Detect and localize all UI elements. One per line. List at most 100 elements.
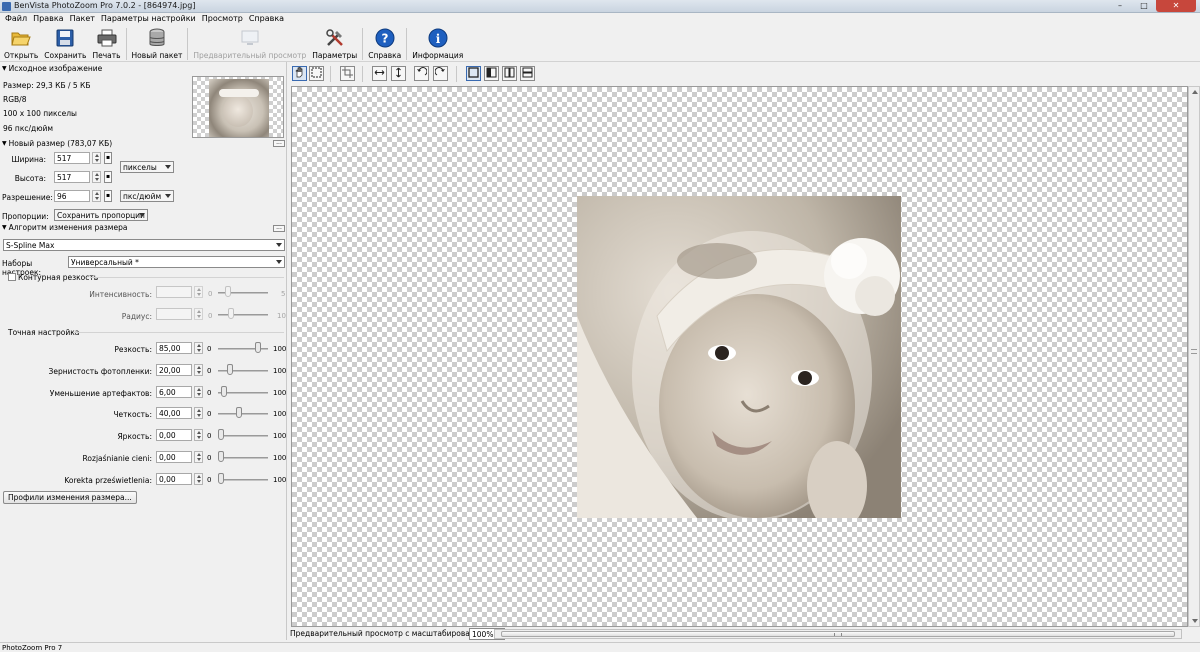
fine-tuning-spinner[interactable] [194,407,203,419]
source-section-header[interactable]: ▼ Исходное изображение [2,64,102,73]
preview-canvas[interactable] [291,86,1188,627]
rotate-right-button[interactable] [433,66,448,81]
intensity-input[interactable] [156,286,192,298]
horizontal-scrollbar[interactable] [494,629,1182,639]
svg-text:i: i [435,32,440,46]
resolution-lock-button[interactable]: ▪ [104,190,112,202]
selection-tool-button[interactable] [309,66,324,81]
intensity-spinner[interactable] [194,286,203,298]
view-side-by-side-button[interactable] [502,66,517,81]
view-toolbar [288,62,1200,86]
menu-view[interactable]: Просмотр [199,13,246,26]
fine-tuning-min: 0 [207,454,212,462]
new-batch-button[interactable]: Новый пакет [129,26,186,62]
preview-button[interactable]: Предварительный просмотр [190,26,309,62]
close-button[interactable]: ✕ [1156,0,1196,12]
intensity-label: Интенсивность: [89,290,152,299]
scroll-down-icon[interactable] [1192,619,1198,623]
fine-tuning-slider-thumb[interactable] [255,342,261,353]
fine-tuning-spinner[interactable] [194,429,203,441]
resize-profiles-button[interactable]: Профили изменения размера... [3,491,137,504]
settings-button[interactable]: Параметры [309,26,360,62]
pan-tool-button[interactable] [292,66,307,81]
size-unit-select[interactable]: пикселы [120,161,174,173]
source-more-button[interactable]: ... [273,140,285,147]
print-button[interactable]: Печать [89,26,123,62]
view-stacked-button[interactable] [520,66,535,81]
proportions-select[interactable]: Сохранить пропорции [54,209,148,221]
rotate-left-button[interactable] [414,66,429,81]
height-input[interactable]: 517 [54,171,90,183]
help-button[interactable]: ? Справка [365,26,404,62]
width-lock-button[interactable]: ▪ [104,152,112,164]
menu-batch[interactable]: Пакет [67,13,98,26]
resolution-spinner[interactable] [92,190,101,202]
radius-slider-thumb[interactable] [228,308,234,319]
open-button[interactable]: Открыть [1,26,41,62]
radius-min: 0 [208,312,213,320]
height-lock-button[interactable]: ▪ [104,171,112,183]
algorithm-method-select[interactable]: S-Spline Max [3,239,285,251]
intensity-slider-thumb[interactable] [225,286,231,297]
fine-tuning-spinner[interactable] [194,364,203,376]
fine-tuning-min: 0 [207,389,212,397]
fine-tuning-slider-track[interactable] [218,413,268,415]
collapse-triangle-icon: ▼ [2,224,7,231]
fine-tuning-slider-thumb[interactable] [218,473,224,484]
scroll-up-icon[interactable] [1192,90,1198,94]
radius-spinner[interactable] [194,308,203,320]
resolution-unit-select[interactable]: пкс/дюйм [120,190,174,202]
fine-tuning-input[interactable]: 40,00 [156,407,192,419]
resolution-input[interactable]: 96 [54,190,90,202]
view-split-vertical-button[interactable] [484,66,499,81]
proportions-value: Сохранить пропорции [57,211,145,220]
maximize-button[interactable]: □ [1132,0,1156,12]
fine-tuning-slider-thumb[interactable] [218,451,224,462]
fine-tuning-slider-thumb[interactable] [227,364,233,375]
fine-tuning-slider-track[interactable] [218,435,268,437]
crop-icon [342,67,353,80]
menu-help[interactable]: Справка [246,13,287,26]
fine-tuning-spinner[interactable] [194,342,203,354]
fine-tuning-slider-track[interactable] [218,479,268,481]
radius-slider-track[interactable] [218,314,268,316]
contour-checkbox[interactable] [8,273,16,281]
flip-horizontal-button[interactable] [372,66,387,81]
presets-select[interactable]: Универсальный * [68,256,285,268]
menu-settings[interactable]: Параметры настройки [98,13,199,26]
width-spinner[interactable] [92,152,101,164]
crop-tool-button[interactable] [340,66,355,81]
fine-tuning-input[interactable]: 0,00 [156,429,192,441]
fine-tuning-spinner[interactable] [194,451,203,463]
fine-tuning-input[interactable]: 6,00 [156,386,192,398]
algorithm-more-button[interactable]: ... [273,225,285,232]
vertical-scrollbar[interactable] [1188,86,1200,627]
fine-tuning-slider-track[interactable] [218,370,268,372]
width-input[interactable]: 517 [54,152,90,164]
fine-tuning-spinner[interactable] [194,473,203,485]
fine-tuning-slider-thumb[interactable] [236,407,242,418]
algorithm-section-header[interactable]: ▼ Алгоритм изменения размера [2,223,127,232]
view-single-button[interactable] [466,66,481,81]
menu-edit[interactable]: Правка [30,13,66,26]
flip-vertical-button[interactable] [391,66,406,81]
hand-icon [294,66,305,80]
fine-tuning-slider-thumb[interactable] [221,386,227,397]
thumbnail-headband [219,89,259,97]
minimize-button[interactable]: – [1108,0,1132,12]
fine-tuning-input[interactable]: 0,00 [156,473,192,485]
menu-file[interactable]: Файл [2,13,30,26]
info-button[interactable]: i Информация [409,26,466,62]
new-size-section-header[interactable]: ▼ Новый размер (783,07 КБ) [2,139,112,148]
fine-tuning-slider-track[interactable] [218,457,268,459]
fine-tuning-slider-thumb[interactable] [218,429,224,440]
horizontal-scroll-thumb[interactable] [501,631,1175,637]
save-button[interactable]: Сохранить [41,26,89,62]
fine-tuning-spinner[interactable] [194,386,203,398]
fine-tuning-input[interactable]: 0,00 [156,451,192,463]
preview-image [577,196,901,518]
fine-tuning-input[interactable]: 85,00 [156,342,192,354]
fine-tuning-input[interactable]: 20,00 [156,364,192,376]
height-spinner[interactable] [92,171,101,183]
radius-input[interactable] [156,308,192,320]
